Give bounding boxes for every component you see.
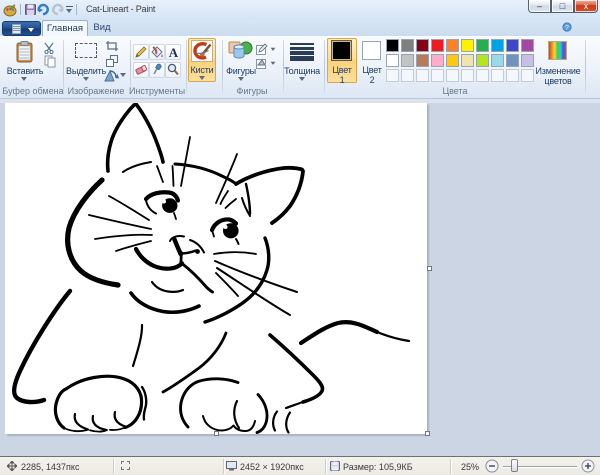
- svg-text:?: ?: [565, 25, 569, 32]
